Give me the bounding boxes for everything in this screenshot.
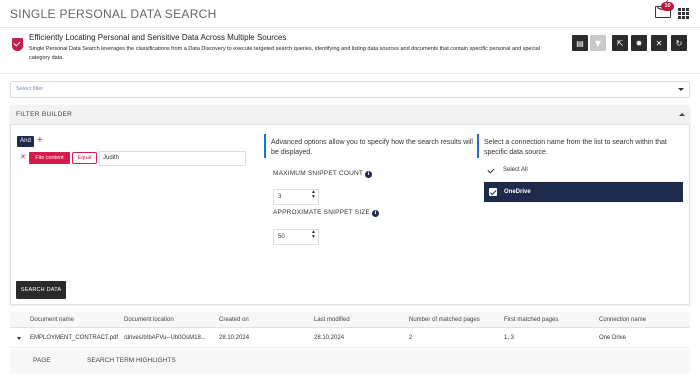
table-cell: 28.10.2024 xyxy=(219,335,250,341)
search-data-button[interactable]: SEARCH DATA xyxy=(16,281,66,299)
export-button[interactable]: ⇱ xyxy=(612,35,628,51)
column-header[interactable]: First matched pages xyxy=(504,317,558,323)
detail-column-header: PAGE xyxy=(33,357,51,364)
max-snippet-label-text: MAXIMUM SNIPPET COUNT xyxy=(273,170,364,177)
chevron-down-icon[interactable] xyxy=(678,88,684,91)
filter-builder-title: FILTER BUILDER xyxy=(16,111,73,118)
field-chip[interactable]: File content xyxy=(29,152,70,164)
advanced-options-text: Advanced options allow you to specify ho… xyxy=(271,139,473,156)
table-cell: 2 xyxy=(409,335,413,341)
page-title: SINGLE PERSONAL DATA SEARCH xyxy=(10,7,217,21)
settings-icon: ✹ xyxy=(635,38,643,48)
apps-grid-icon[interactable] xyxy=(678,8,689,19)
results-table-header xyxy=(10,312,690,328)
save-button[interactable]: ▤ xyxy=(572,35,588,51)
close-button[interactable]: ✕ xyxy=(651,35,667,51)
filter-builder-panel xyxy=(10,105,690,305)
section-divider xyxy=(0,73,700,74)
max-snippet-stepper[interactable]: ▲ ▼ xyxy=(311,190,316,200)
connections-accent-line xyxy=(477,134,479,158)
info-icon[interactable]: i xyxy=(372,210,380,217)
refresh-button[interactable]: ↻ xyxy=(671,35,687,51)
max-snippet-label: MAXIMUM SNIPPET COUNT i xyxy=(273,170,373,178)
export-icon: ⇱ xyxy=(616,38,624,48)
column-header[interactable]: Number of matched pages xyxy=(409,317,480,323)
filter-icon: ▼ xyxy=(594,38,602,48)
approx-snippet-label: APPROXIMATE SNIPPET SIZE i xyxy=(273,209,380,217)
settings-button[interactable]: ✹ xyxy=(631,35,647,51)
chevron-up-icon[interactable] xyxy=(679,113,685,116)
expand-row-icon[interactable] xyxy=(17,337,21,340)
notification-badge: 10 xyxy=(661,2,674,11)
connection-instructions: Select a connection name from the list t… xyxy=(484,139,667,156)
connection-label: OneDrive xyxy=(504,189,531,195)
table-cell: One Drive xyxy=(599,335,627,341)
column-header[interactable]: Document location xyxy=(124,317,174,323)
filter-select-placeholder: Select filter xyxy=(16,86,44,92)
save-icon: ▤ xyxy=(576,38,584,48)
filter-button[interactable]: ▼ xyxy=(590,35,606,51)
column-header[interactable]: Last modified xyxy=(314,317,350,323)
refresh-icon: ↻ xyxy=(675,38,683,48)
select-all-label[interactable]: Select All xyxy=(503,167,528,173)
approx-snippet-label-text: APPROXIMATE SNIPPET SIZE xyxy=(273,209,371,216)
shield-check-icon xyxy=(12,38,23,51)
checkbox-checked-icon[interactable] xyxy=(489,188,497,196)
add-condition-icon[interactable]: + xyxy=(37,135,43,146)
operator-chip[interactable]: Equal xyxy=(72,152,97,164)
detail-column-header: SEARCH TERM HIGHLIGHTS xyxy=(87,357,176,364)
column-header[interactable]: Created on xyxy=(219,317,249,323)
info-title: Efficiently Locating Personal and Sensit… xyxy=(29,33,287,42)
and-group-button[interactable]: And xyxy=(17,136,34,147)
filter-select[interactable] xyxy=(10,81,690,98)
column-header[interactable]: Connection name xyxy=(599,317,646,323)
close-icon: ✕ xyxy=(655,38,663,48)
table-cell: 28.10.2024 xyxy=(314,335,345,341)
info-icon[interactable]: i xyxy=(365,171,373,178)
advanced-accent-line xyxy=(264,134,266,158)
approx-snippet-stepper[interactable]: ▲ ▼ xyxy=(311,230,316,240)
column-header[interactable]: Document name xyxy=(30,317,74,323)
table-cell: EMPLOYMENT_CONTRACT.pdf xyxy=(30,335,119,341)
header-divider xyxy=(0,27,700,28)
condition-value-input[interactable]: Judith xyxy=(99,151,246,166)
remove-condition-icon[interactable]: ✕ xyxy=(20,153,26,161)
table-cell: /drives/b!bAFVu--Ub0OsM18... xyxy=(124,335,206,341)
table-cell: 1, 3 xyxy=(504,335,515,341)
filter-builder-header[interactable] xyxy=(10,105,690,125)
info-description: Single Personal Data Search leverages th… xyxy=(29,46,540,61)
row-divider xyxy=(10,347,690,348)
